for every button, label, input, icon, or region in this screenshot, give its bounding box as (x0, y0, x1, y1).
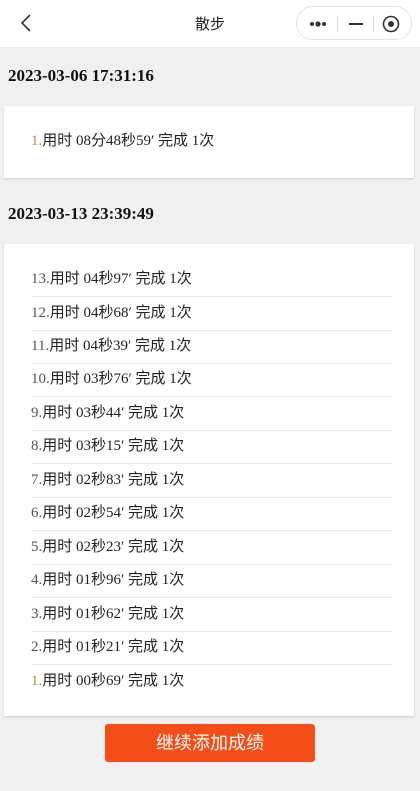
list-item: 4.用时 01秒96′ 完成 1次 (31, 564, 393, 598)
record-index: 3. (31, 606, 43, 622)
record-index: 5. (31, 539, 43, 555)
continue-add-score-button[interactable]: 继续添加成绩 (105, 724, 315, 762)
record-text: 用时 03秒76′ 完成 1次 (49, 371, 192, 387)
record-text: 用时 02秒54′ 完成 1次 (42, 505, 185, 521)
record-text: 用时 01秒96′ 完成 1次 (42, 572, 185, 588)
record-index: 10. (31, 371, 50, 387)
session-card: 13.用时 04秒97′ 完成 1次 12.用时 04秒68′ 完成 1次 11… (4, 244, 414, 716)
record-index: 6. (31, 505, 43, 521)
record-text: 用时 08分48秒59′ 完成 1次 (42, 133, 215, 149)
record-text: 用时 00秒69′ 完成 1次 (42, 673, 185, 689)
mini-program-capsule (296, 6, 412, 40)
list-item: 6.用时 02秒54′ 完成 1次 (31, 497, 393, 531)
list-item: 13.用时 04秒97′ 完成 1次 (31, 263, 393, 297)
list-item: 12.用时 04秒68′ 完成 1次 (31, 297, 393, 331)
list-item: 10.用时 03秒76′ 完成 1次 (31, 363, 393, 397)
record-index: 8. (31, 438, 43, 454)
target-icon[interactable] (381, 14, 401, 34)
record-index: 13. (31, 271, 50, 287)
record-index: 7. (31, 472, 43, 488)
minimize-icon[interactable] (345, 15, 367, 33)
record-text: 用时 01秒62′ 完成 1次 (42, 606, 185, 622)
record-text: 用时 01秒21′ 完成 1次 (42, 639, 185, 655)
list-item: 9.用时 03秒44′ 完成 1次 (31, 397, 393, 431)
record-index: 11. (31, 338, 50, 354)
list-item: 1.用时 00秒69′ 完成 1次 (31, 665, 393, 698)
record-index: 2. (31, 639, 43, 655)
list-item: 5.用时 02秒23′ 完成 1次 (31, 531, 393, 565)
record-text: 用时 04秒68′ 完成 1次 (49, 305, 192, 321)
record-index: 4. (31, 572, 43, 588)
list-item: 8.用时 03秒15′ 完成 1次 (31, 430, 393, 464)
list-item: 3.用时 01秒62′ 完成 1次 (31, 598, 393, 632)
record-text: 用时 03秒15′ 完成 1次 (42, 438, 185, 454)
session-date: 2023-03-13 23:39:49 (8, 204, 154, 223)
record-text: 用时 03秒44′ 完成 1次 (42, 405, 185, 421)
capsule-divider (373, 16, 374, 32)
list-item: 2.用时 01秒21′ 完成 1次 (31, 631, 393, 665)
session-card: 1.用时 08分48秒59′ 完成 1次 (4, 106, 414, 178)
record-index: 1. (31, 133, 43, 149)
record-text: 用时 04秒97′ 完成 1次 (49, 271, 192, 287)
more-icon[interactable] (307, 15, 329, 33)
list-item: 11.用时 04秒39′ 完成 1次 (31, 330, 393, 364)
list-item: 1.用时 08分48秒59′ 完成 1次 (31, 125, 393, 158)
record-index: 12. (31, 305, 50, 321)
capsule-divider (337, 16, 338, 32)
record-index: 9. (31, 405, 43, 421)
session-date: 2023-03-06 17:31:16 (8, 66, 154, 85)
record-text: 用时 04秒39′ 完成 1次 (49, 338, 192, 354)
list-item: 7.用时 02秒83′ 完成 1次 (31, 464, 393, 498)
record-text: 用时 02秒23′ 完成 1次 (42, 539, 185, 555)
nav-bar: 散步 (0, 0, 420, 47)
record-index: 1. (31, 673, 43, 689)
record-text: 用时 02秒83′ 完成 1次 (42, 472, 185, 488)
